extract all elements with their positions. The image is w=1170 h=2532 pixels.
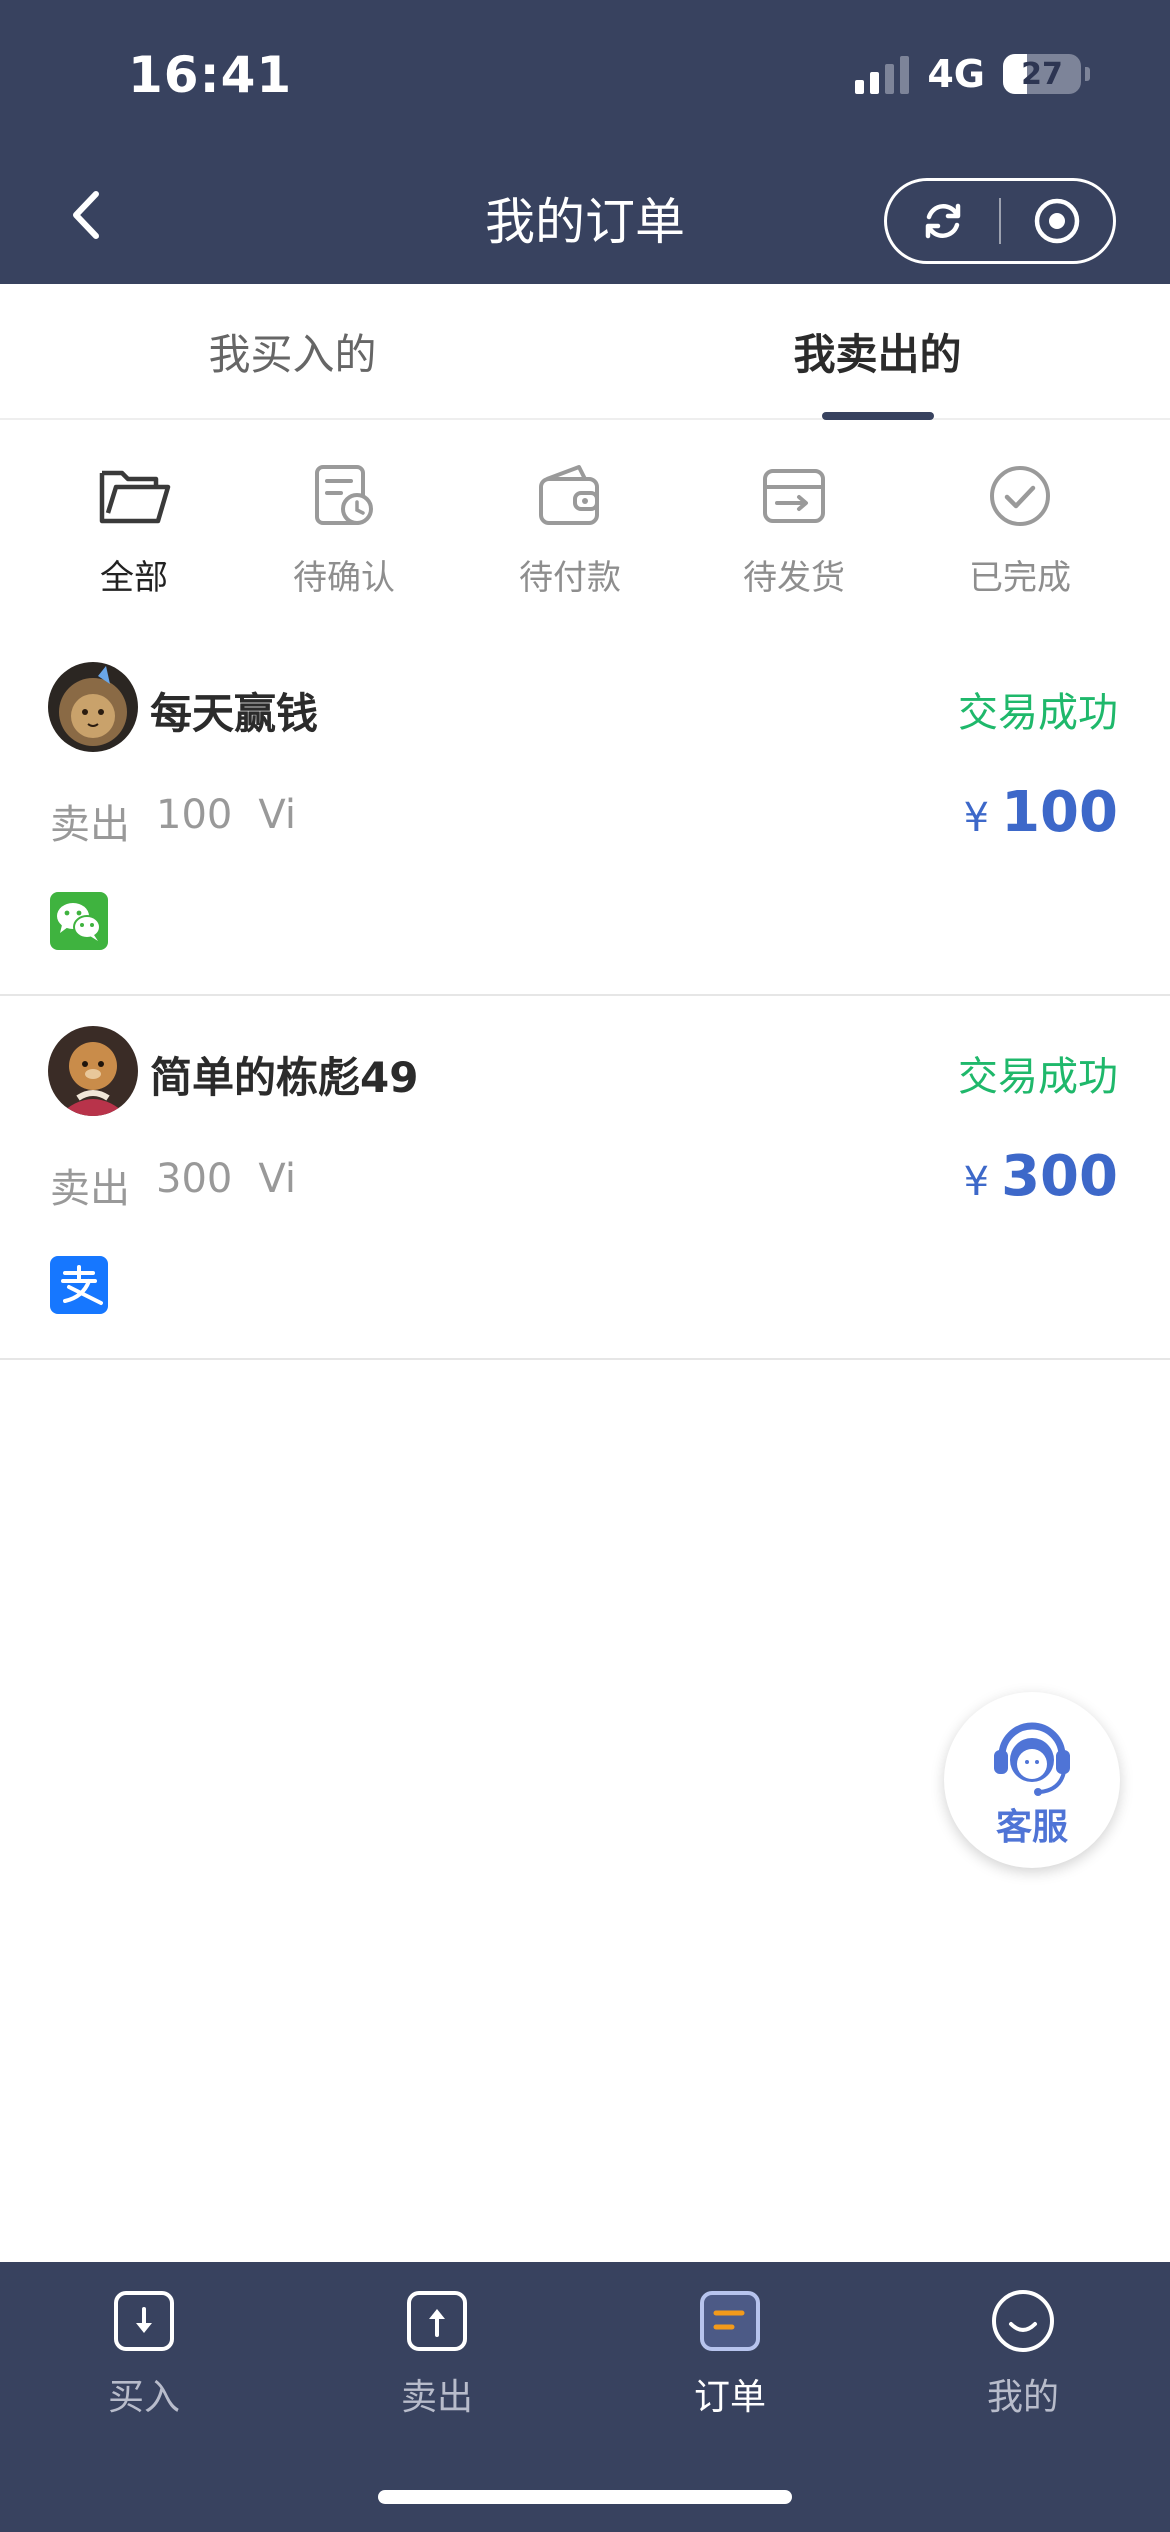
sell-action: 卖出 (50, 802, 130, 848)
status-filter-bar: 全部 待确认 待付款 待发货 已完成 (0, 456, 1170, 599)
filter-pending-shipment[interactable]: 待发货 (694, 456, 894, 599)
nav-profile[interactable]: 我的 (923, 2288, 1123, 2420)
refresh-icon (925, 203, 961, 239)
sell-unit: Vi (258, 1156, 296, 1202)
currency-symbol: ¥ (963, 1159, 990, 1205)
wallet-icon (530, 456, 610, 536)
sell-summary: 卖出 100 Vi (50, 792, 296, 850)
sell-summary: 卖出 300 Vi (50, 1156, 296, 1214)
filter-label: 待付款 (519, 558, 621, 598)
tab-label: 我卖出的 (793, 329, 962, 379)
headset-agent-icon (994, 1722, 1070, 1796)
smile-icon (990, 2288, 1056, 2354)
nav-label: 订单 (693, 2377, 766, 2418)
price-amount: 300 (1001, 1144, 1118, 1209)
status-indicators: 4G 27 (855, 52, 1090, 96)
signal-icon (855, 54, 910, 94)
sell-unit: Vi (258, 792, 296, 838)
home-indicator[interactable] (378, 2490, 792, 2504)
filter-label: 待确认 (293, 558, 395, 598)
nav-sell[interactable]: 卖出 (337, 2288, 537, 2420)
record-icon (1034, 198, 1080, 244)
nav-orders[interactable]: 订单 (630, 2288, 830, 2420)
price-amount: 100 (1001, 780, 1118, 845)
filter-label: 已完成 (969, 558, 1071, 598)
order-card[interactable]: 简单的栋彪49 交易成功 卖出 300 Vi ¥ 300 (0, 996, 1170, 1360)
avatar (48, 1026, 138, 1116)
folder-icon (94, 456, 174, 536)
network-type: 4G (927, 52, 985, 96)
order-price: ¥ 100 (964, 780, 1118, 845)
sell-quantity: 100 (156, 792, 233, 838)
download-box-icon (111, 2288, 177, 2354)
customer-service-label: 客服 (995, 1807, 1068, 1848)
order-price: ¥ 300 (964, 1144, 1118, 1209)
order-tabs: 我买入的 我卖出的 (0, 284, 1170, 420)
order-card[interactable]: 每天赢钱 交易成功 卖出 100 Vi ¥ 100 (0, 632, 1170, 996)
tab-label: 我买入的 (208, 329, 377, 379)
buyer-name: 简单的栋彪49 (150, 1053, 419, 1102)
filter-label: 全部 (100, 558, 168, 598)
avatar (48, 662, 138, 752)
alipay-icon (50, 1256, 108, 1314)
mini-program-capsule (884, 178, 1116, 264)
shipping-box-icon (754, 456, 834, 536)
order-status: 交易成功 (958, 690, 1118, 736)
tab-bought[interactable]: 我买入的 (0, 284, 585, 418)
nav-label: 卖出 (400, 2377, 473, 2418)
sell-action: 卖出 (50, 1166, 130, 1212)
check-circle-icon (980, 456, 1060, 536)
refresh-button[interactable] (887, 181, 999, 261)
currency-symbol: ¥ (963, 795, 990, 841)
order-list-icon (697, 2288, 763, 2354)
filter-label: 待发货 (743, 558, 845, 598)
battery-level: 27 (1021, 56, 1063, 92)
wechat-pay-icon (50, 892, 108, 950)
filter-pending-confirm[interactable]: 待确认 (244, 456, 444, 599)
order-status: 交易成功 (958, 1054, 1118, 1100)
nav-label: 我的 (986, 2377, 1059, 2418)
filter-all[interactable]: 全部 (34, 456, 234, 599)
nav-buy[interactable]: 买入 (44, 2288, 244, 2420)
upload-box-icon (404, 2288, 470, 2354)
customer-service-button[interactable]: 客服 (944, 1692, 1120, 1868)
header-bar: 16:41 4G 27 我的订单 (0, 0, 1170, 284)
sell-quantity: 300 (156, 1156, 233, 1202)
document-clock-icon (304, 456, 384, 536)
tab-sold[interactable]: 我卖出的 (585, 284, 1170, 420)
battery-tip (1085, 67, 1090, 81)
close-button[interactable] (1001, 181, 1113, 261)
battery-icon: 27 (1003, 54, 1081, 94)
buyer-name: 每天赢钱 (150, 689, 319, 738)
filter-completed[interactable]: 已完成 (920, 456, 1120, 599)
filter-pending-payment[interactable]: 待付款 (470, 456, 670, 599)
active-tab-indicator (821, 412, 934, 420)
nav-label: 买入 (107, 2377, 180, 2418)
status-time: 16:41 (128, 46, 293, 104)
